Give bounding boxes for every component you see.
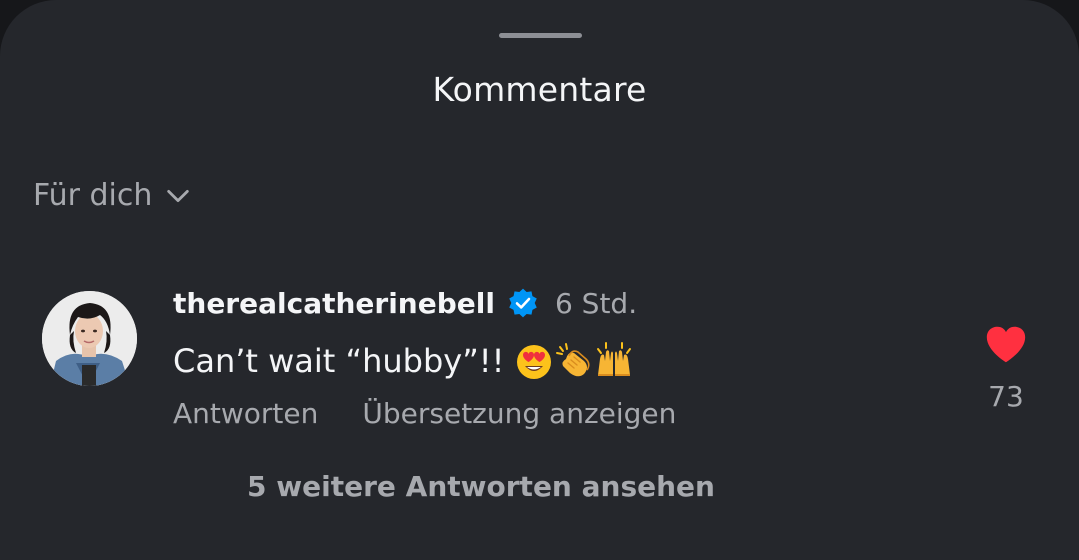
clapping-hands-emoji-icon [556, 343, 591, 377]
show-translation-button[interactable]: Übersetzung anzeigen [362, 397, 676, 430]
comment-timestamp: 6 Std. [554, 286, 638, 320]
heart-icon[interactable] [983, 322, 1029, 368]
chevron-down-icon [167, 189, 190, 202]
heart-eyes-emoji-icon [517, 345, 552, 379]
comment-actions: Antworten Übersetzung anzeigen [173, 397, 933, 430]
avatar-image [42, 291, 137, 386]
comment-meta: therealcatherinebell 6 Std. [173, 283, 933, 323]
comments-sheet: Kommentare Für dich therealcatherinebell… [0, 0, 1079, 560]
sheet-title: Kommentare [432, 70, 647, 109]
avatar[interactable] [42, 291, 137, 386]
drag-handle[interactable] [499, 33, 582, 38]
reply-button[interactable]: Antworten [173, 397, 318, 430]
comment-text: Can’t wait “hubby”!! [173, 342, 505, 380]
sort-filter-label: Für dich [33, 178, 153, 213]
comment-emojis [514, 341, 634, 381]
comment-item: therealcatherinebell 6 Std. Can’t wait “… [173, 283, 933, 431]
like-count: 73 [988, 380, 1024, 413]
verified-badge-icon [509, 288, 537, 318]
sort-filter-dropdown[interactable]: Für dich [33, 178, 192, 213]
comment-body: Can’t wait “hubby”!! [173, 339, 933, 383]
view-more-replies-button[interactable]: 5 weitere Antworten ansehen [0, 470, 962, 503]
comment-username[interactable]: therealcatherinebell [173, 287, 495, 320]
raising-hands-emoji-icon [597, 342, 632, 376]
